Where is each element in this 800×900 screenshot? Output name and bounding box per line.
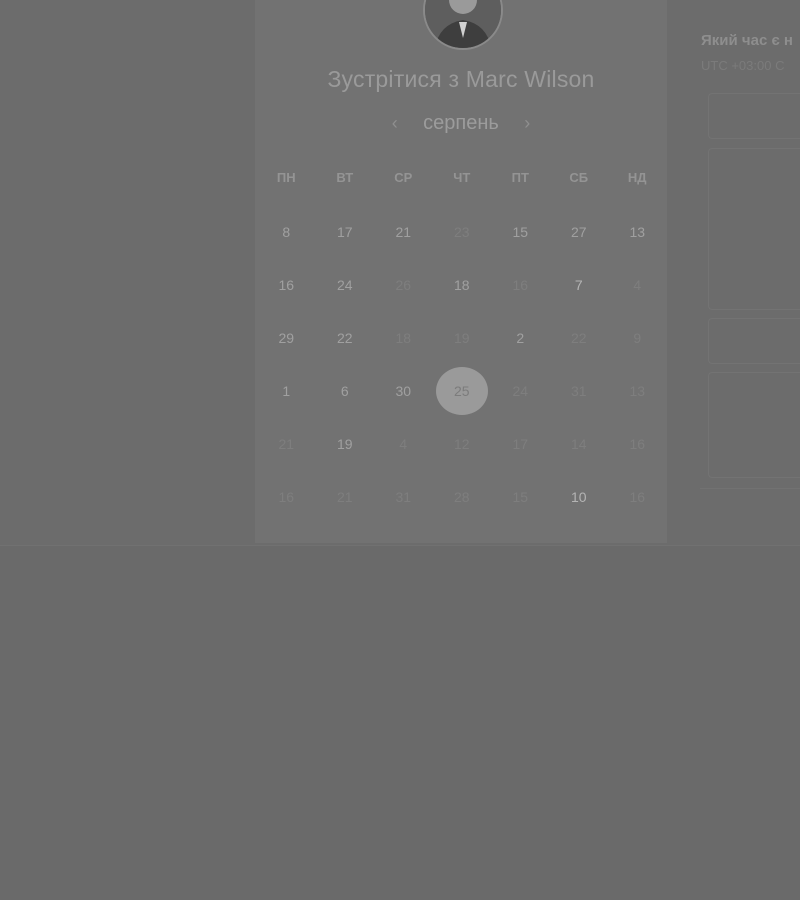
chevron-left-icon[interactable]: ‹: [385, 113, 405, 134]
calendar-day[interactable]: 18: [433, 258, 492, 311]
month-navigation: ‹ серпень ›: [255, 112, 667, 140]
timezone-label[interactable]: UTC +03:00 C: [701, 58, 784, 73]
time-slot[interactable]: [708, 93, 800, 139]
calendar-day[interactable]: 17: [316, 205, 375, 258]
weekday-label: НД: [627, 170, 647, 185]
calendar-day-disabled: 19: [453, 329, 470, 346]
calendar-day-disabled: 31: [570, 382, 587, 399]
time-selection-heading: Який час є н: [701, 32, 793, 49]
calendar-day-disabled: 16: [629, 435, 646, 452]
calendar-day[interactable]: 15: [491, 205, 550, 258]
page: Зустрітися з Marc Wilson ‹ серпень › ПН …: [0, 0, 800, 900]
page-title: Зустрітися з Marc Wilson: [327, 66, 595, 92]
divider: [700, 488, 800, 489]
calendar-day-disabled: 12: [453, 435, 470, 452]
weekday-header: ПН ВТ СР ЧТ ПТ СБ НД: [257, 170, 667, 185]
weekday-label: ЧТ: [453, 170, 471, 185]
calendar-day-disabled: 18: [395, 329, 412, 346]
time-slot[interactable]: [708, 372, 800, 478]
calendar-day-disabled: 26: [395, 276, 412, 293]
calendar-day[interactable]: 7: [550, 258, 609, 311]
calendar-day[interactable]: 27: [550, 205, 609, 258]
calendar-day-disabled: 14: [570, 435, 587, 452]
time-slot[interactable]: [708, 318, 800, 364]
calendar-day[interactable]: 1: [257, 364, 316, 417]
calendar-day[interactable]: 16: [257, 258, 316, 311]
time-slot[interactable]: [708, 148, 800, 310]
calendar-day[interactable]: 13: [608, 205, 667, 258]
calendar-day-disabled: 31: [395, 488, 412, 505]
calendar-day[interactable]: 10: [550, 470, 609, 523]
calendar-day[interactable]: 21: [374, 205, 433, 258]
weekday-label: СР: [394, 170, 413, 185]
calendar-day-disabled: 16: [629, 488, 646, 505]
calendar-day-disabled: 21: [278, 435, 295, 452]
calendar-day-disabled: 15: [512, 488, 529, 505]
weekday-label: ПТ: [511, 170, 529, 185]
calendar-day-disabled: 4: [633, 276, 642, 293]
calendar-day-disabled: 23: [453, 223, 470, 240]
calendar-day[interactable]: 19: [316, 417, 375, 470]
calendar-day[interactable]: 8: [257, 205, 316, 258]
month-label: серпень: [423, 112, 499, 134]
calendar-day[interactable]: 22: [316, 311, 375, 364]
calendar-day-disabled: 24: [512, 382, 529, 399]
calendar-day-disabled: 17: [512, 435, 529, 452]
calendar-day-disabled: 9: [633, 329, 642, 346]
calendar-day-selected[interactable]: 25: [433, 364, 492, 417]
chevron-right-icon[interactable]: ›: [517, 113, 537, 134]
calendar-day[interactable]: 29: [257, 311, 316, 364]
calendar-day-disabled: 16: [512, 276, 529, 293]
weekday-label: ВТ: [336, 170, 354, 185]
calendar-day-disabled: 16: [278, 488, 295, 505]
calendar-day[interactable]: 2: [491, 311, 550, 364]
weekday-label: СБ: [569, 170, 589, 185]
calendar-day[interactable]: 24: [316, 258, 375, 311]
calendar-day-disabled: 21: [336, 488, 353, 505]
calendar-day-disabled: 28: [453, 488, 470, 505]
calendar-day[interactable]: 30: [374, 364, 433, 417]
calendar-grid: 8 17 21 23 15 27 13 16 24 26 18 16 7 4 2…: [257, 205, 667, 523]
calendar-day-disabled: 13: [629, 382, 646, 399]
calendar-day[interactable]: 6: [316, 364, 375, 417]
calendar-day-disabled: 4: [399, 435, 408, 452]
calendar-day-disabled: 22: [570, 329, 587, 346]
weekday-label: ПН: [276, 170, 296, 185]
